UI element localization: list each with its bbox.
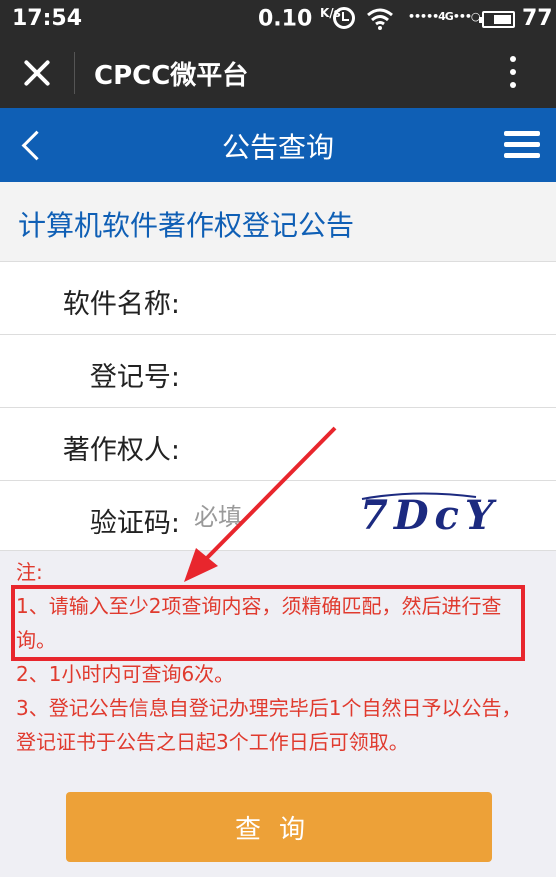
page-nav-bar: 公告查询 [0, 108, 556, 182]
status-time: 17:54 [12, 6, 83, 31]
captcha-row: 验证码: 7DcY [0, 481, 556, 551]
owner-row: 著作权人: [0, 408, 556, 481]
signal-icon: •••••4G•••○ [408, 10, 481, 23]
owner-label: 著作权人: [62, 435, 180, 466]
software-name-label: 软件名称: [62, 289, 180, 320]
page-title: 公告查询 [221, 131, 334, 164]
battery-level: 77 [522, 6, 553, 31]
annotation-highlight-box [11, 585, 525, 661]
query-button[interactable]: 查询 [66, 792, 492, 862]
note-line-2: 2、1小时内可查询6次。 [16, 662, 235, 686]
battery-icon [479, 11, 515, 28]
menu-icon[interactable] [504, 131, 540, 159]
close-icon[interactable] [22, 58, 52, 88]
more-options-icon[interactable] [508, 56, 518, 92]
wechat-title-bar: CPCC微平台 [0, 38, 556, 108]
reg-number-row: 登记号: [0, 335, 556, 408]
captcha-input[interactable] [194, 497, 344, 537]
section-header: 计算机软件著作权登记公告 [0, 182, 556, 262]
reg-number-label: 登记号: [89, 362, 180, 393]
captcha-text: 7DcY [360, 492, 499, 539]
status-bar: 17:54 0.10 K/s •••••4G•••○ 77 [0, 0, 556, 38]
note-line-3: 3、登记公告信息自登记办理完毕后1个自然日予以公告，登记证书于公告之日起3个工作… [16, 696, 522, 754]
owner-input[interactable] [194, 424, 344, 464]
wifi-icon [367, 8, 393, 30]
software-name-row: 软件名称: [0, 262, 556, 335]
captcha-label: 验证码: [89, 508, 180, 539]
software-name-input[interactable] [194, 278, 344, 318]
section-title: 计算机软件著作权登记公告 [18, 209, 355, 242]
notes-title: 注: [16, 560, 43, 584]
alarm-icon [333, 7, 355, 29]
reg-number-input[interactable] [194, 351, 344, 391]
captcha-image[interactable]: 7DcY [356, 489, 528, 543]
app-title: CPCC微平台 [94, 61, 249, 91]
network-speed: 0.10 K/s [258, 6, 341, 32]
divider [74, 52, 75, 94]
